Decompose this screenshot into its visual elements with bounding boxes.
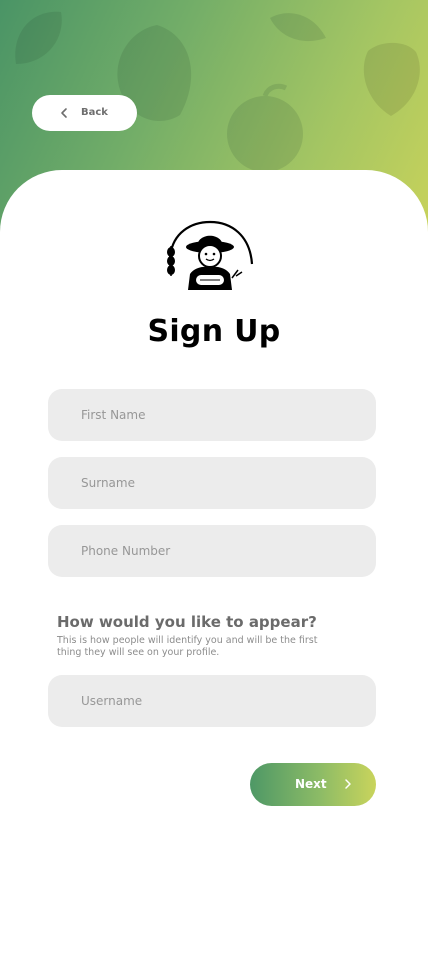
back-label: Back bbox=[81, 107, 108, 118]
leaf-decoration-icon bbox=[270, 13, 326, 42]
strawberry-decoration-icon bbox=[363, 42, 420, 116]
first-name-field[interactable] bbox=[48, 389, 376, 441]
leaf-decoration-icon bbox=[15, 11, 62, 64]
appear-description: This is how people will identify you and… bbox=[57, 635, 318, 658]
username-field[interactable] bbox=[48, 675, 376, 727]
phone-number-input[interactable] bbox=[48, 525, 376, 577]
next-label: Next bbox=[295, 777, 327, 791]
username-input[interactable] bbox=[48, 675, 376, 727]
chevron-right-icon bbox=[345, 779, 351, 789]
apple-decoration-icon bbox=[227, 83, 303, 172]
chevron-left-icon bbox=[61, 108, 67, 118]
first-name-input[interactable] bbox=[48, 389, 376, 441]
farmer-logo-icon bbox=[167, 220, 254, 290]
next-button[interactable]: Next bbox=[250, 763, 376, 806]
back-button[interactable]: Back bbox=[32, 95, 137, 131]
phone-number-field[interactable] bbox=[48, 525, 376, 577]
surname-input[interactable] bbox=[48, 457, 376, 509]
page-title: Sign Up bbox=[147, 314, 281, 349]
appear-heading: How would you like to appear? bbox=[57, 613, 317, 631]
surname-field[interactable] bbox=[48, 457, 376, 509]
